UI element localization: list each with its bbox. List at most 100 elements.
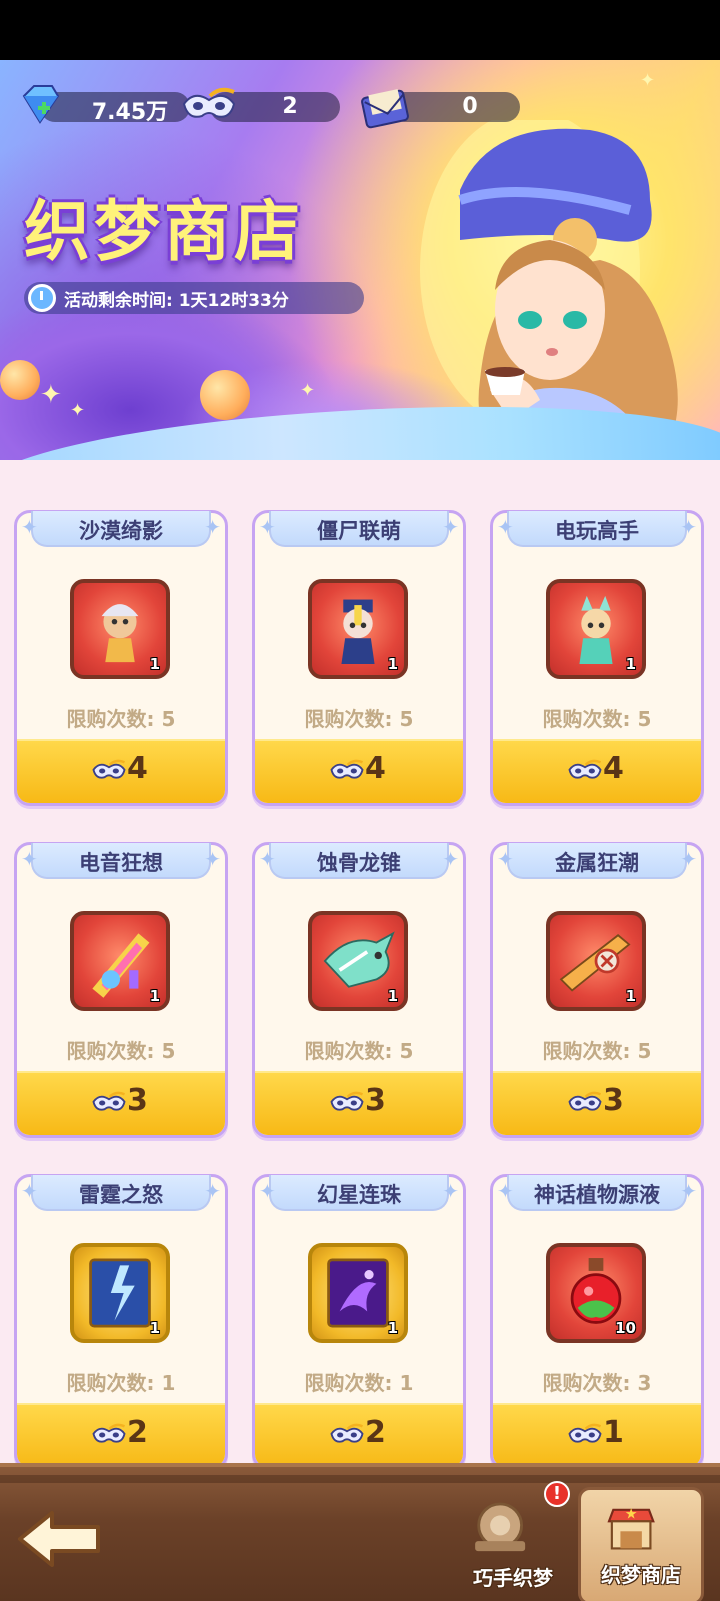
item-icon-rainbow-weapon: 1 xyxy=(70,911,170,1011)
shop-item-card[interactable]: 沙漠绮影 1 限购次数: 5 4 xyxy=(14,510,228,806)
purchase-limit: 限购次数: 1 xyxy=(304,1371,414,1395)
mask-icon xyxy=(182,87,236,118)
shop-item-card[interactable]: 电音狂想 1 限购次数: 5 3 xyxy=(14,842,228,1138)
mask-icon xyxy=(330,1423,364,1443)
bottom-nav: ! 巧手织梦 ★ 织梦商店 xyxy=(0,1463,720,1601)
item-price: 2 xyxy=(365,1415,386,1450)
item-price: 3 xyxy=(603,1083,624,1118)
buy-button[interactable]: 4 xyxy=(255,739,463,803)
shop-banner: ✦ ✦ ✦ ✦ 7.45万 2 0 织梦商店 活动剩余时间: 1天12时33分 xyxy=(0,60,720,470)
shop-grid: 沙漠绮影 1 限购次数: 5 4 僵尸联萌 1 限购次数: 5 4 电玩高手 1… xyxy=(0,500,720,1465)
back-arrow-icon[interactable] xyxy=(16,1507,102,1571)
item-quantity: 1 xyxy=(387,655,398,673)
buy-button[interactable]: 3 xyxy=(493,1071,701,1135)
mask-icon xyxy=(330,759,364,779)
item-name: 沙漠绮影 xyxy=(79,519,163,543)
item-name: 神话植物源液 xyxy=(534,1183,660,1207)
diamond-icon xyxy=(22,85,60,124)
sparkle-icon: ✦ xyxy=(300,380,316,401)
mask-amount: 2 xyxy=(282,94,298,119)
item-quantity: 1 xyxy=(149,655,160,673)
buy-button[interactable]: 2 xyxy=(17,1403,225,1465)
buy-button[interactable]: 4 xyxy=(493,739,701,803)
purchase-limit: 限购次数: 5 xyxy=(304,707,414,731)
item-price: 4 xyxy=(127,751,148,786)
mask-icon xyxy=(568,1423,602,1443)
clock-icon xyxy=(28,284,56,312)
diamond-counter[interactable]: 7.45万 xyxy=(40,92,190,125)
item-price: 4 xyxy=(365,751,386,786)
buy-button[interactable]: 1 xyxy=(493,1403,701,1465)
item-name: 蚀骨龙锥 xyxy=(317,851,401,875)
notification-badge: ! xyxy=(544,1481,570,1507)
tab-dream-shop[interactable]: ★ 织梦商店 xyxy=(578,1487,704,1601)
shop-item-card[interactable]: 雷霆之怒 1 限购次数: 1 2 xyxy=(14,1174,228,1465)
item-icon-metal-weapon: 1 xyxy=(546,911,646,1011)
sparkle-icon: ✦ xyxy=(40,380,62,410)
mask-icon xyxy=(92,1091,126,1111)
item-name: 金属狂潮 xyxy=(555,851,639,875)
purchase-limit: 限购次数: 5 xyxy=(542,707,652,731)
item-quantity: 1 xyxy=(387,1319,398,1337)
purchase-limit: 限购次数: 3 xyxy=(542,1371,652,1395)
tab-label: 巧手织梦 xyxy=(473,1566,553,1590)
status-bar xyxy=(0,0,720,60)
shop-stall-icon: ★ xyxy=(607,1506,655,1550)
item-quantity: 1 xyxy=(625,655,636,673)
buy-button[interactable]: 4 xyxy=(17,739,225,803)
item-icon-dragon-weapon: 1 xyxy=(308,911,408,1011)
item-icon-thunder-card: 1 xyxy=(70,1243,170,1343)
shop-item-card[interactable]: 蚀骨龙锥 1 限购次数: 5 3 xyxy=(252,842,466,1138)
mask-icon xyxy=(568,1091,602,1111)
item-name: 僵尸联萌 xyxy=(317,519,401,543)
item-price: 4 xyxy=(603,751,624,786)
mask-icon xyxy=(92,759,126,779)
shop-item-card[interactable]: 僵尸联萌 1 限购次数: 5 4 xyxy=(252,510,466,806)
purchase-limit: 限购次数: 5 xyxy=(304,1039,414,1063)
purchase-limit: 限购次数: 1 xyxy=(66,1371,176,1395)
item-icon-gamer-character: 1 xyxy=(546,579,646,679)
item-name: 雷霆之怒 xyxy=(79,1183,163,1207)
mask-icon xyxy=(330,1091,364,1111)
item-quantity: 1 xyxy=(625,987,636,1005)
item-price: 3 xyxy=(365,1083,386,1118)
item-icon-zombie-character: 1 xyxy=(308,579,408,679)
item-name: 电玩高手 xyxy=(555,519,639,543)
tab-dream-crafting[interactable]: ! 巧手织梦 xyxy=(450,1481,576,1601)
shop-item-card[interactable]: 神话植物源液 10 限购次数: 3 1 xyxy=(490,1174,704,1465)
sparkle-icon: ✦ xyxy=(70,400,86,421)
purchase-limit: 限购次数: 5 xyxy=(542,1039,652,1063)
buy-button[interactable]: 3 xyxy=(17,1071,225,1135)
orb-decoration xyxy=(0,360,40,400)
orb-decoration xyxy=(200,370,250,420)
ticket-amount: 0 xyxy=(462,94,478,119)
item-name: 幻星连珠 xyxy=(317,1183,401,1207)
purchase-limit: 限购次数: 5 xyxy=(66,707,176,731)
item-quantity: 10 xyxy=(615,1319,636,1337)
item-price: 3 xyxy=(127,1083,148,1118)
loom-icon xyxy=(475,1502,526,1552)
mask-icon xyxy=(568,759,602,779)
page-title: 织梦商店 xyxy=(24,193,304,270)
item-icon-desert-character: 1 xyxy=(70,579,170,679)
buy-button[interactable]: 3 xyxy=(255,1071,463,1135)
item-icon-plant-potion: 10 xyxy=(546,1243,646,1343)
sparkle-icon: ✦ xyxy=(640,70,656,91)
event-timer: 活动剩余时间: 1天12时33分 xyxy=(24,282,364,314)
item-price: 1 xyxy=(603,1415,624,1450)
timer-text: 活动剩余时间: 1天12时33分 xyxy=(64,291,289,311)
item-name: 电音狂想 xyxy=(79,851,163,875)
shop-item-card[interactable]: 幻星连珠 1 限购次数: 1 2 xyxy=(252,1174,466,1465)
item-icon-star-card: 1 xyxy=(308,1243,408,1343)
envelope-ticket-icon xyxy=(361,89,409,129)
diamond-amount: 7.45万 xyxy=(91,100,169,125)
shop-item-card[interactable]: 金属狂潮 1 限购次数: 5 3 xyxy=(490,842,704,1138)
item-quantity: 1 xyxy=(387,987,398,1005)
svg-text:★: ★ xyxy=(625,1506,638,1522)
purchase-limit: 限购次数: 5 xyxy=(66,1039,176,1063)
item-quantity: 1 xyxy=(149,987,160,1005)
buy-button[interactable]: 2 xyxy=(255,1403,463,1465)
tab-label: 织梦商店 xyxy=(601,1563,681,1587)
shop-item-card[interactable]: 电玩高手 1 限购次数: 5 4 xyxy=(490,510,704,806)
item-quantity: 1 xyxy=(149,1319,160,1337)
